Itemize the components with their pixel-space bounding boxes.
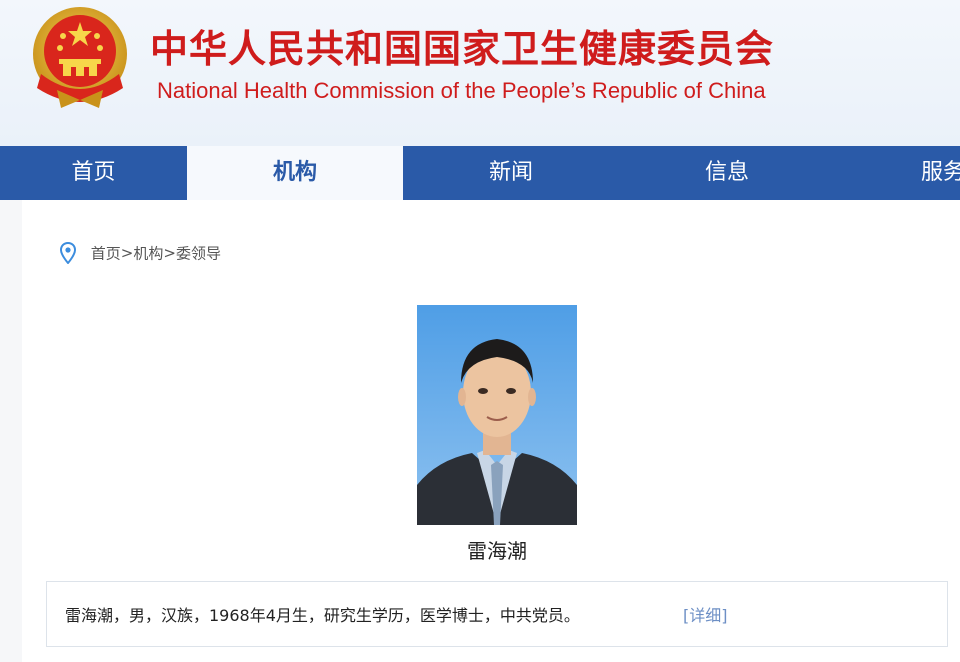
breadcrumb: 首页>机构>委领导 [60, 242, 221, 264]
details-link[interactable]: [详细] [683, 602, 728, 626]
site-title-chinese[interactable]: 中华人民共和国国家卫生健康委员会 [150, 18, 774, 73]
breadcrumb-home[interactable]: 首页 [91, 245, 121, 263]
main-nav: 首页 机构 新闻 信息 服务 [0, 146, 960, 200]
breadcrumb-current: 委领导 [175, 244, 221, 263]
nav-item-news[interactable]: 新闻 [403, 146, 619, 200]
leader-portrait-photo [417, 305, 577, 525]
leader-name: 雷海潮 [467, 539, 527, 563]
breadcrumb-separator: > [120, 244, 134, 262]
breadcrumb-separator: > [163, 244, 176, 262]
nav-item-institutions[interactable]: 机构 [187, 146, 403, 200]
bio-summary-text: 雷海潮，男，汉族，1968年4月生，研究生学历，医学博士，中共党员。 [65, 606, 580, 625]
site-header: 中华人民共和国国家卫生健康委员会 National Health Commiss… [0, 0, 960, 146]
bio-summary-box: 雷海潮，男，汉族，1968年4月生，研究生学历，医学博士，中共党员。 [详细] [46, 581, 948, 647]
nav-item-services[interactable]: 服务 [835, 146, 960, 200]
location-pin-icon [60, 242, 76, 264]
main-content: 首页>机构>委领导 雷海潮 雷海潮，男，汉族，1968年4月生，研究生学历，医学… [22, 200, 960, 662]
nav-item-information[interactable]: 信息 [619, 146, 835, 200]
national-emblem-logo[interactable] [27, 4, 133, 114]
breadcrumb-institutions[interactable]: 机构 [133, 245, 163, 263]
site-title-english[interactable]: National Health Commission of the People… [157, 78, 766, 104]
nav-item-home[interactable]: 首页 [0, 146, 187, 200]
